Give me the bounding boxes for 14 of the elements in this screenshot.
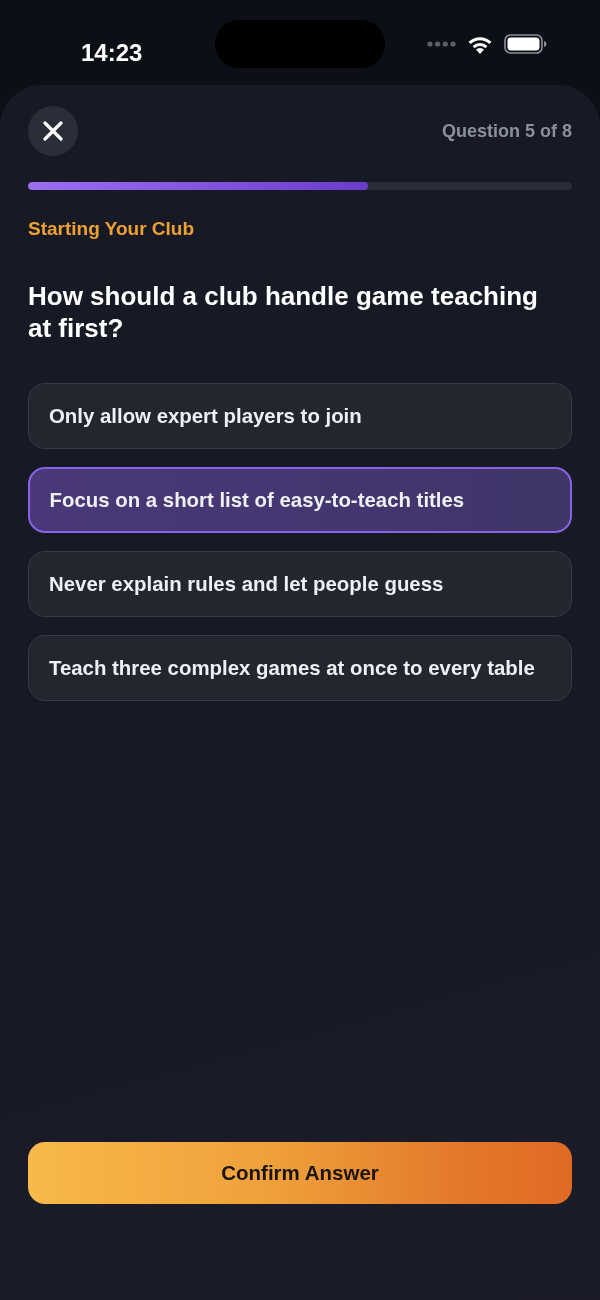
answer-option[interactable]: Only allow expert players to join — [28, 383, 572, 449]
answer-option[interactable]: Focus on a short list of easy-to-teach titles — [28, 467, 572, 533]
question-text: How should a club handle game teaching at first? — [28, 280, 539, 344]
close-icon — [43, 121, 63, 141]
answer-option[interactable]: Never explain rules and let people guess — [28, 551, 572, 617]
wifi-icon — [467, 34, 493, 54]
status-time: 14:23 — [81, 38, 143, 67]
close-button[interactable] — [28, 106, 78, 156]
question-counter: Question 5 of 8 — [441, 120, 572, 142]
battery-icon — [504, 34, 547, 54]
category-label: Starting Your Club — [28, 218, 195, 240]
signal-dots-icon — [427, 41, 456, 47]
answer-option[interactable]: Teach three complex games at once to every table — [28, 635, 572, 701]
confirm-button[interactable]: Confirm Answer — [28, 1142, 572, 1204]
